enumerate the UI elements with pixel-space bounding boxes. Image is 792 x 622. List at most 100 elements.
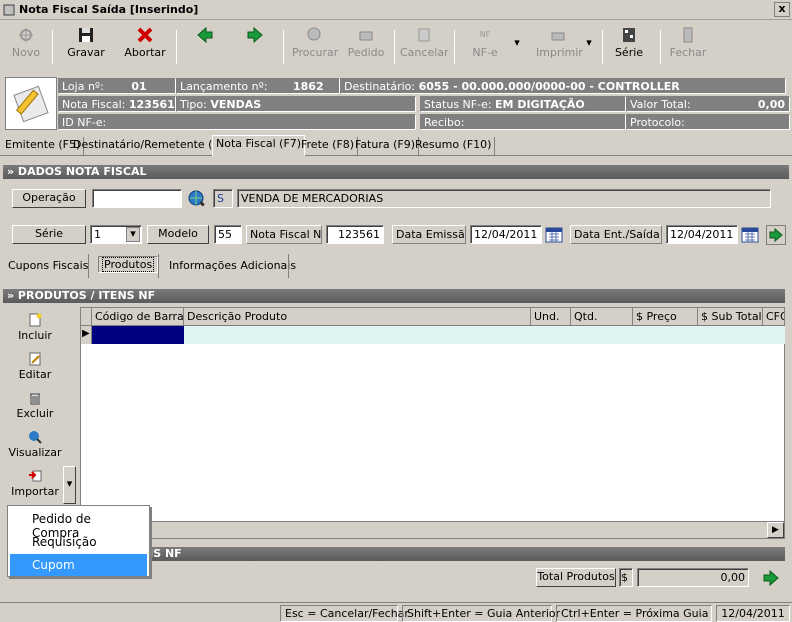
fechar-button[interactable]: Fechar: [668, 26, 708, 68]
procurar-button[interactable]: Procurar: [292, 26, 338, 68]
data-emissao-label: Data Emissão: [392, 225, 466, 244]
column-header[interactable]: CFO: [763, 308, 785, 326]
currency-label: $: [619, 568, 633, 587]
data-emissao-input[interactable]: 12/04/2011: [470, 225, 542, 244]
nfe-dropdown[interactable]: ▾: [512, 36, 522, 78]
pedido-button[interactable]: Pedido: [346, 26, 386, 68]
subtab-produtos[interactable]: Produtos: [98, 256, 159, 273]
serie-select[interactable]: 1 ▾: [90, 225, 142, 244]
document-pencil-icon: [13, 85, 49, 123]
save-icon: [79, 28, 93, 42]
incluir-button[interactable]: Incluir: [5, 313, 65, 342]
column-header[interactable]: $ Sub Total: [698, 308, 763, 326]
next-button[interactable]: [244, 26, 266, 68]
nfe-button[interactable]: NF NF-e: [462, 26, 508, 68]
table-row[interactable]: ▶: [81, 326, 785, 344]
lancamento-field: Lançamento nº: 1862: [176, 78, 340, 94]
arrow-right-icon[interactable]: [760, 567, 782, 589]
imprimir-button[interactable]: Imprimir: [536, 26, 583, 68]
produtos-section-header: » PRODUTOS / ITENS NF: [3, 289, 785, 303]
globe-search-icon[interactable]: [188, 190, 206, 208]
previous-button[interactable]: [194, 26, 216, 68]
new-icon: [19, 28, 33, 42]
importar-button[interactable]: Importar: [5, 469, 65, 498]
app-icon: [3, 4, 15, 16]
excluir-button[interactable]: Excluir: [5, 391, 65, 420]
toolbar: Novo Gravar Abortar Procurar Pedido Canc…: [0, 22, 792, 70]
calendar-icon[interactable]: [545, 226, 563, 244]
scroll-right-icon[interactable]: ▶: [767, 522, 784, 538]
visualizar-button[interactable]: Visualizar: [5, 430, 65, 459]
calendar-icon[interactable]: [741, 226, 759, 244]
status-esc: Esc = Cancelar/Fechar: [280, 605, 409, 622]
subtab-cupons-fiscais[interactable]: Cupons Fiscais: [8, 259, 88, 272]
product-subtabs: Cupons Fiscais Produtos Informações Adic…: [0, 254, 792, 278]
protocolo-field: Protocolo:: [626, 114, 790, 130]
logo: [5, 77, 57, 130]
editar-button[interactable]: Editar: [5, 352, 65, 381]
importar-menu: Pedido de Compra Requisição Cupom: [7, 505, 150, 577]
operacao-code: S: [213, 189, 233, 208]
import-icon: [29, 470, 42, 482]
dados-section-header: » DADOS NOTA FISCAL: [3, 165, 789, 179]
table-cell[interactable]: [92, 326, 184, 344]
chevron-down-icon: ▾: [586, 36, 592, 49]
series-icon: [623, 28, 635, 42]
nf-numero-label: Nota Fiscal Nº: [246, 225, 322, 244]
subtab-informacoes-adicionais[interactable]: Informações Adicionais: [169, 259, 296, 272]
tab-destinatario[interactable]: Destinatário/Remetente (F6): [70, 137, 235, 155]
menu-item-requisicao[interactable]: Requisição: [10, 531, 147, 553]
door-icon: [683, 27, 693, 43]
modelo-label-button[interactable]: Modelo: [147, 225, 209, 244]
novo-button[interactable]: Novo: [6, 26, 46, 68]
tab-resumo[interactable]: Resumo (F10): [412, 137, 496, 155]
nota-fiscal-field: Nota Fiscal: 123561: [58, 96, 176, 112]
produtos-grid[interactable]: Código de Barras Descrição Produto Und. …: [80, 307, 785, 539]
menu-item-cupom[interactable]: Cupom: [10, 554, 147, 576]
tipo-field: Tipo: VENDAS: [176, 96, 416, 112]
column-header[interactable]: Qtd.: [571, 308, 633, 326]
column-header[interactable]: Und.: [531, 308, 571, 326]
tab-frete[interactable]: Frete (F8): [298, 137, 359, 155]
tab-fatura[interactable]: Fatura (F9): [352, 137, 420, 155]
produtos-actions: Incluir Editar Excluir Visualizar Import…: [5, 307, 78, 507]
column-header[interactable]: $ Preço: [633, 308, 698, 326]
serie-label-button[interactable]: Série: [12, 225, 86, 244]
abortar-button[interactable]: Abortar: [122, 26, 168, 68]
importar-dropdown[interactable]: ▾: [63, 466, 76, 504]
menu-item-pedido-compra[interactable]: Pedido de Compra: [10, 508, 147, 540]
imprimir-dropdown[interactable]: ▾: [584, 36, 594, 78]
status-shift: Shift+Enter = Guia Anterior: [402, 605, 560, 622]
cancelar-button[interactable]: Cancelar: [400, 26, 449, 68]
table-cell[interactable]: [184, 326, 785, 344]
modelo-input[interactable]: 55: [214, 225, 242, 244]
nfe-icon: NF: [479, 30, 491, 39]
operacao-button[interactable]: Operação: [12, 189, 86, 208]
trash-icon: [30, 393, 40, 405]
status-nfe-field: Status NF-e: EM DIGITAÇÃO: [420, 96, 626, 112]
tab-nota-fiscal[interactable]: Nota Fiscal (F7): [212, 135, 306, 156]
search-icon: [307, 27, 321, 41]
nf-numero-input[interactable]: 123561: [326, 225, 384, 244]
chevron-down-icon: ▾: [126, 227, 140, 242]
servicos-section-header: NS NF: [140, 547, 785, 561]
new-document-icon: [29, 313, 42, 327]
id-nfe-field: ID NF-e:: [58, 114, 416, 130]
serie-button[interactable]: Série: [612, 26, 646, 68]
column-header[interactable]: Código de Barras: [92, 308, 184, 326]
close-button[interactable]: x: [774, 2, 790, 17]
column-header[interactable]: Descrição Produto: [184, 308, 531, 326]
operacao-description: VENDA DE MERCADORIAS: [237, 189, 771, 208]
edit-icon: [29, 352, 41, 366]
window-title: Nota Fiscal Saída [Inserindo]: [19, 3, 199, 16]
valor-total-field: Valor Total: 0,00: [626, 96, 790, 112]
arrow-left-icon: [197, 26, 213, 44]
gravar-button[interactable]: Gravar: [64, 26, 108, 68]
data-entsaida-input[interactable]: 12/04/2011: [666, 225, 738, 244]
main-tabs: Emitente (F5) Destinatário/Remetente (F6…: [0, 134, 792, 156]
arrow-right-icon[interactable]: [766, 225, 786, 245]
operacao-input[interactable]: [92, 189, 182, 208]
horizontal-scrollbar[interactable]: ▶: [81, 521, 784, 538]
chevron-down-icon: ▾: [66, 477, 73, 490]
row-indicator-icon: ▶: [81, 326, 92, 344]
